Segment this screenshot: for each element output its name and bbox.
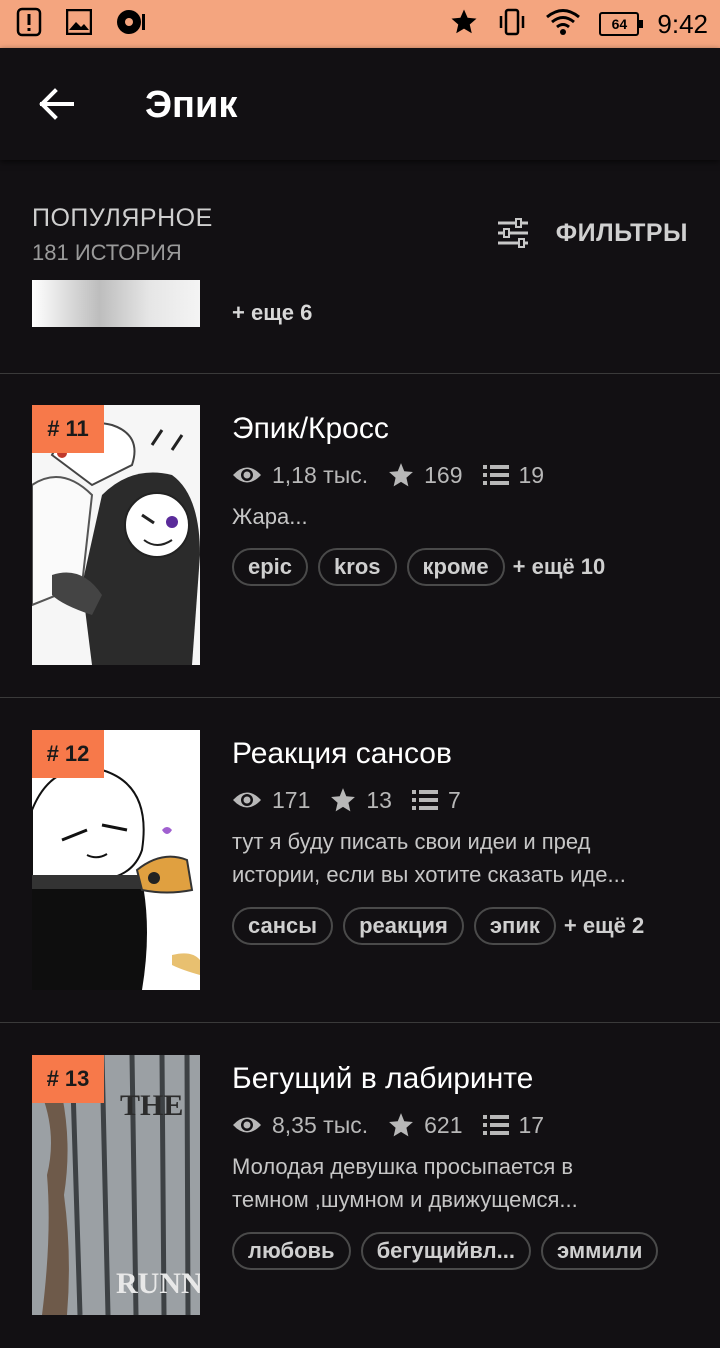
vibrate-icon xyxy=(497,7,527,42)
wifi-icon xyxy=(545,8,581,41)
tag-chip[interactable]: epic xyxy=(232,548,309,586)
status-bar: 64 9:42 xyxy=(0,0,720,48)
tag-list: сансы реакция эпик + ещё 2 xyxy=(232,907,644,945)
tag-chip[interactable]: любовь xyxy=(232,1232,351,1270)
parts-count: 7 xyxy=(447,786,461,813)
story-count: 181 ИСТОРИЯ xyxy=(32,240,182,265)
more-tags: + еще 6 xyxy=(232,300,313,325)
cover-text: RUNN xyxy=(116,1267,200,1300)
star-icon xyxy=(389,1113,414,1137)
story-stats: 8,35 тыс. 621 17 xyxy=(232,1107,564,1143)
app-bar: Эпик xyxy=(0,48,720,160)
cover-text: THE xyxy=(120,1089,183,1122)
list-icon xyxy=(482,1115,509,1135)
eye-icon xyxy=(233,1117,261,1133)
star-icon xyxy=(331,788,356,812)
votes-count: 169 xyxy=(424,461,463,488)
music-icon xyxy=(116,8,148,41)
filter-button[interactable]: ФИЛЬТРЫ xyxy=(496,218,688,248)
views-count: 1,18 тыс. xyxy=(272,461,369,488)
sliders-icon xyxy=(497,218,528,248)
story-description: Молодая девушка просыпается в темном ,шу… xyxy=(232,1154,578,1212)
votes-count: 13 xyxy=(366,786,392,813)
eye-icon xyxy=(233,467,261,483)
tag-chip[interactable]: кроме xyxy=(406,548,505,586)
star-icon xyxy=(389,463,414,487)
story-description: Жара... xyxy=(232,504,308,529)
tag-chip[interactable]: эпик xyxy=(473,907,556,945)
rank-badge: # 12 xyxy=(32,730,104,778)
more-tags[interactable]: + ещё 2 xyxy=(564,913,644,939)
section-header: ПОПУЛЯРНОЕ 181 ИСТОРИЯ ФИЛЬТРЫ xyxy=(0,160,720,280)
story-item[interactable]: # 12 Реакция сансов 171 13 7 тут я буду … xyxy=(0,698,720,1023)
tag-chip[interactable]: реакция xyxy=(343,907,464,945)
tag-list: epic kros кроме + ещё 10 xyxy=(232,548,605,586)
status-time: 9:42 xyxy=(657,8,708,39)
arrow-left-icon xyxy=(39,88,74,120)
eye-icon xyxy=(233,792,261,808)
tag-list: любовь бегущийвл... эммили xyxy=(232,1232,659,1270)
image-icon xyxy=(65,8,93,40)
story-item-partial[interactable]: + еще 6 xyxy=(0,280,720,373)
story-item[interactable]: THE RUNN # 13 Бегущий в лабиринте 8,35 т… xyxy=(0,1023,720,1348)
story-title: Эпик/Кросс xyxy=(232,412,389,445)
more-tags[interactable]: + ещё 10 xyxy=(513,554,606,580)
tag-chip[interactable]: эммили xyxy=(540,1232,659,1270)
star-icon xyxy=(449,7,479,42)
rank-badge: # 13 xyxy=(32,1055,104,1103)
votes-count: 621 xyxy=(424,1111,463,1138)
rank-badge: # 11 xyxy=(32,405,104,453)
story-cover xyxy=(32,280,200,327)
story-stats: 171 13 7 xyxy=(232,782,481,818)
tag-chip[interactable]: сансы xyxy=(232,907,334,945)
story-title: Реакция сансов xyxy=(232,737,452,770)
views-count: 8,35 тыс. xyxy=(272,1111,369,1138)
views-count: 171 xyxy=(272,786,311,813)
list-icon xyxy=(411,790,438,810)
tag-chip[interactable]: kros xyxy=(318,548,397,586)
section-title: ПОПУЛЯРНОЕ xyxy=(32,204,213,232)
filter-label: ФИЛЬТРЫ xyxy=(555,218,688,247)
story-item[interactable]: # 11 Эпик/Кросс 1,18 тыс. 169 19 Жара...… xyxy=(0,373,720,698)
tag-chip[interactable]: бегущийвл... xyxy=(360,1232,531,1270)
parts-count: 19 xyxy=(518,461,545,488)
alert-icon xyxy=(16,7,42,42)
story-stats: 1,18 тыс. 169 19 xyxy=(232,457,564,493)
parts-count: 17 xyxy=(518,1111,545,1138)
battery-icon: 64 xyxy=(599,12,644,36)
list-icon xyxy=(482,465,509,485)
story-description: тут я буду писать свои идеи и пред истор… xyxy=(232,829,626,887)
page-title: Эпик xyxy=(145,84,238,126)
back-button[interactable] xyxy=(30,82,82,126)
story-title: Бегущий в лабиринте xyxy=(232,1062,534,1095)
